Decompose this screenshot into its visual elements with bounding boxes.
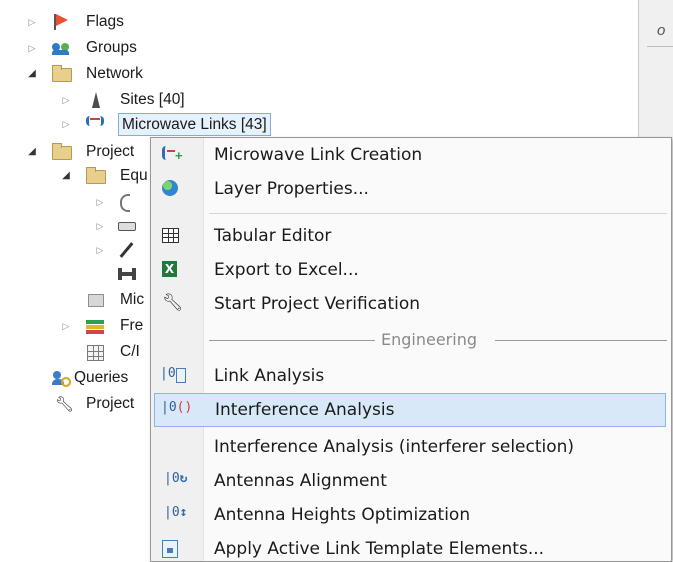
- tree-item-label: Network: [86, 65, 143, 82]
- tree-item-label: Fre: [120, 317, 144, 334]
- tree-item-ci-table[interactable]: C/I: [0, 340, 150, 364]
- cable-icon: [118, 218, 136, 234]
- expand-arrow-icon[interactable]: ▷: [94, 214, 106, 238]
- menu-item-export-to-excel[interactable]: X Export to Excel...: [154, 253, 666, 287]
- microwave-link-icon: [86, 116, 104, 132]
- expand-arrow-icon[interactable]: ▷: [26, 36, 38, 60]
- feeder-icon: [118, 242, 136, 258]
- folder-icon: [86, 167, 106, 184]
- menu-item-label: Tabular Editor: [214, 226, 332, 246]
- antenna-icon: [118, 194, 136, 212]
- header-line-left: [209, 340, 375, 341]
- microwave-link-create-icon: +: [160, 146, 183, 164]
- menu-item-label: Antennas Alignment: [214, 471, 387, 491]
- expand-arrow-icon[interactable]: ▷: [94, 238, 106, 262]
- grid-table-icon: [86, 344, 104, 361]
- flag-icon: [52, 14, 70, 30]
- menu-item-layer-properties[interactable]: Layer Properties...: [154, 172, 666, 206]
- tree-item-microwave-equipment[interactable]: Mic: [0, 288, 150, 312]
- antenna-height-icon: |0↕: [164, 505, 188, 520]
- menu-section-header-engineering: Engineering: [209, 323, 667, 357]
- menu-item-antennas-alignment[interactable]: |0↻ Antennas Alignment: [154, 464, 666, 498]
- expand-arrow-icon[interactable]: ▷: [60, 88, 72, 112]
- interference-analysis-icon: |0(): [161, 400, 193, 415]
- menu-item-label: Antenna Heights Optimization: [214, 505, 471, 525]
- tree-item-antennas[interactable]: ▷: [0, 190, 150, 214]
- tree-item-equipment[interactable]: ◢ Equ: [0, 164, 150, 188]
- tree-item-label: Microwave Links [43]: [118, 113, 271, 136]
- tree-item-flags[interactable]: ▷ Flags: [0, 10, 200, 34]
- section-header-label: Engineering: [381, 330, 477, 349]
- tree-item-project[interactable]: ◢ Project: [0, 140, 150, 164]
- tree-item-label: Project: [86, 395, 135, 412]
- tree-item-connectors[interactable]: [0, 262, 150, 286]
- menu-item-label: Start Project Verification: [214, 294, 421, 314]
- tree-item-frequency-plans[interactable]: ▷ Fre: [0, 314, 150, 338]
- collapse-arrow-icon[interactable]: ◢: [60, 164, 72, 188]
- tree-item-network[interactable]: ◢ Network: [0, 62, 200, 86]
- tree-item-project-settings[interactable]: 🔧︎ Project: [0, 392, 150, 416]
- menu-item-label: Microwave Link Creation: [214, 145, 423, 165]
- expand-arrow-icon[interactable]: ▷: [94, 190, 106, 214]
- menu-item-tabular-editor[interactable]: Tabular Editor: [154, 219, 666, 253]
- menu-item-label: Apply Active Link Template Elements...: [214, 539, 545, 559]
- menu-item-label: Export to Excel...: [214, 260, 359, 280]
- folder-icon: [52, 143, 72, 160]
- panel-glyph: o: [657, 22, 666, 39]
- menu-item-microwave-link-creation[interactable]: + Microwave Link Creation: [154, 138, 666, 172]
- tree-item-feeders[interactable]: ▷: [0, 238, 150, 262]
- wrench-icon: 🔧︎: [55, 396, 75, 413]
- tree-item-sites[interactable]: ▷ Sites [40]: [0, 88, 220, 112]
- frequency-plan-icon: [86, 318, 104, 334]
- collapse-arrow-icon[interactable]: ◢: [26, 62, 38, 86]
- context-menu: + Microwave Link Creation Layer Properti…: [150, 137, 672, 562]
- menu-item-interference-analysis[interactable]: |0() Interference Analysis: [154, 393, 666, 427]
- tree-item-label: C/I: [120, 343, 140, 360]
- site-tower-icon: [86, 92, 104, 108]
- tree-item-queries[interactable]: Queries: [0, 366, 150, 390]
- expand-arrow-icon[interactable]: ▷: [26, 10, 38, 34]
- tree-item-groups[interactable]: ▷ Groups: [0, 36, 200, 60]
- tree-item-label: Project: [86, 143, 135, 160]
- tree-item-label: Flags: [86, 13, 124, 30]
- menu-item-apply-active-link-template-elements[interactable]: Apply Active Link Template Elements...: [154, 532, 666, 561]
- groups-icon: [52, 40, 70, 56]
- antenna-alignment-icon: |0↻: [164, 471, 188, 486]
- folder-icon: [52, 65, 72, 82]
- table-icon: [160, 227, 182, 245]
- expand-arrow-icon[interactable]: ▷: [60, 112, 72, 136]
- menu-item-antenna-heights-optimization[interactable]: |0↕ Antenna Heights Optimization: [154, 498, 666, 532]
- tree-item-label: Groups: [86, 39, 137, 56]
- wrench-icon: 🔧︎: [162, 293, 184, 312]
- globe-icon: [160, 180, 182, 198]
- excel-icon: X: [160, 261, 182, 279]
- header-line-right: [495, 340, 667, 341]
- template-icon: [160, 540, 182, 558]
- equipment-icon: [86, 292, 104, 308]
- menu-item-start-project-verification[interactable]: 🔧︎ Start Project Verification: [154, 287, 666, 321]
- menu-item-label: Interference Analysis: [215, 400, 395, 420]
- expand-arrow-icon[interactable]: ▷: [60, 314, 72, 338]
- tree-item-cables[interactable]: ▷: [0, 214, 150, 238]
- menu-item-label: Layer Properties...: [214, 179, 369, 199]
- link-analysis-icon: |0: [160, 366, 186, 385]
- menu-item-link-analysis[interactable]: |0 Link Analysis: [154, 359, 666, 393]
- queries-icon: [52, 370, 71, 387]
- menu-separator: [209, 213, 667, 214]
- menu-item-label: Link Analysis: [214, 366, 325, 386]
- collapse-arrow-icon[interactable]: ◢: [26, 140, 38, 164]
- tree-item-label: Queries: [74, 369, 129, 386]
- tree-item-label: Sites [40]: [120, 91, 185, 108]
- menu-item-interference-analysis-interferer-selection[interactable]: Interference Analysis (interferer select…: [154, 430, 666, 464]
- tree-item-microwave-links[interactable]: ▷ Microwave Links [43]: [0, 112, 320, 136]
- menu-item-label: Interference Analysis (interferer select…: [214, 437, 575, 457]
- tree-item-label: Equ: [120, 167, 148, 184]
- connector-icon: [118, 266, 136, 282]
- tree-item-label: Mic: [120, 291, 145, 308]
- divider: [647, 46, 673, 47]
